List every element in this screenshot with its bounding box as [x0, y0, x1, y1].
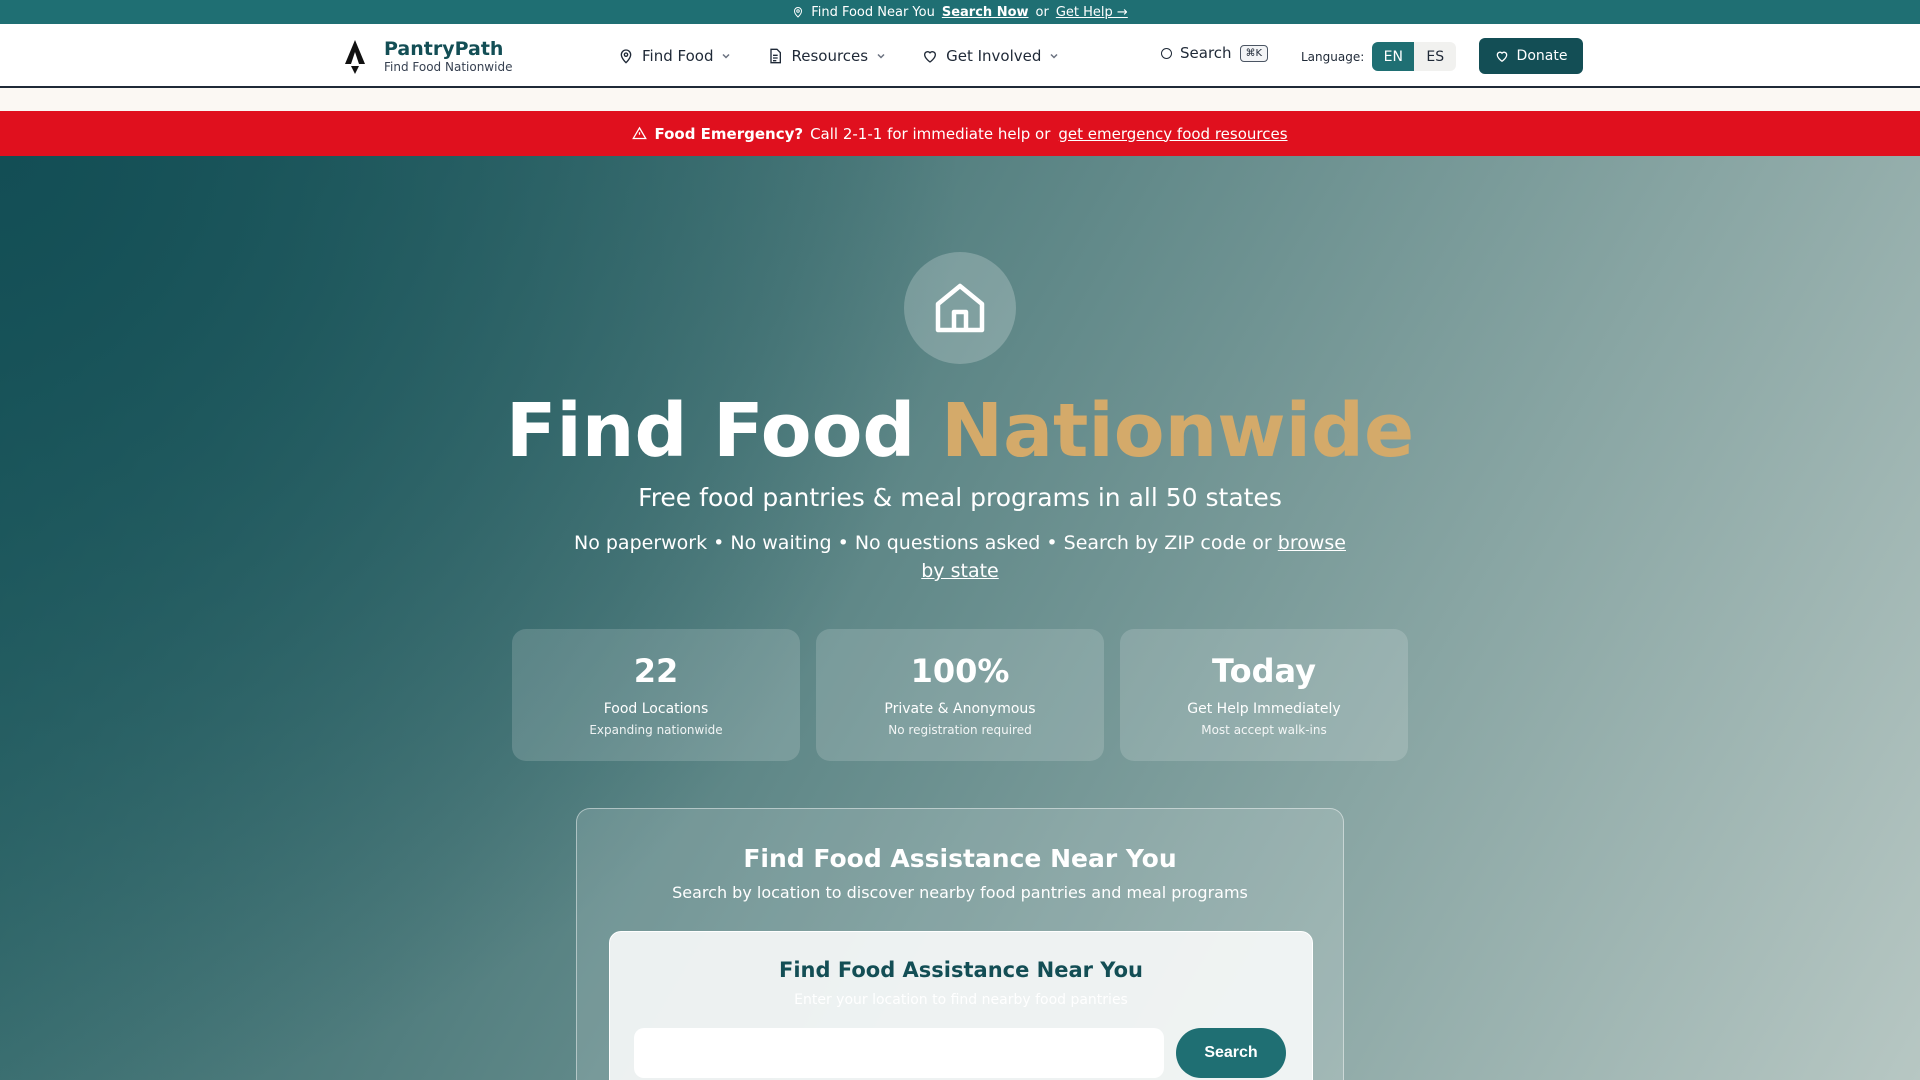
search-shortcut-badge: ⌘K: [1239, 44, 1269, 62]
location-input[interactable]: [634, 1028, 1164, 1078]
search-panel: Find Food Assistance Near You Search by …: [576, 808, 1344, 1080]
hero-section: Find Food Nationwide Free food pantries …: [0, 156, 1920, 1080]
hero-subtitle: Free food pantries & meal programs in al…: [638, 483, 1282, 512]
warning-triangle-icon: [632, 126, 648, 141]
brand-tagline: Find Food Nationwide: [384, 60, 513, 74]
announcement-bar: Find Food Near You Search Now or Get Hel…: [0, 0, 1920, 24]
hero-title: Find Food Nationwide: [0, 386, 1920, 476]
map-pin-icon: [618, 48, 634, 64]
announcement-text: Find Food Near You: [811, 4, 935, 20]
house-icon: [904, 252, 1016, 364]
language-options: EN ES: [1372, 42, 1457, 71]
stat-card: 100% Private & Anonymous No registration…: [816, 629, 1104, 761]
stats-row: 22 Food Locations Expanding nationwide 1…: [512, 629, 1408, 761]
rocket-logo-icon: [340, 38, 370, 74]
language-en-button[interactable]: EN: [1372, 42, 1415, 71]
stat-note: No registration required: [888, 723, 1032, 737]
hero-description-text: No paperwork • No waiting • No questions…: [573, 532, 1272, 554]
stat-value: 22: [633, 652, 679, 690]
search-panel-subtitle: Search by location to discover nearby fo…: [672, 883, 1248, 902]
search-card-subtitle: Enter your location to find nearby food …: [794, 992, 1128, 1008]
emergency-banner: Food Emergency? Call 2-1-1 for immediate…: [0, 111, 1920, 156]
hero-title-main: Find Food: [505, 388, 916, 474]
donate-label: Donate: [1516, 48, 1568, 64]
search-row: Search: [634, 1028, 1286, 1078]
brand-name: PantryPath: [384, 38, 504, 60]
heart-icon: [1495, 49, 1509, 63]
chevron-down-icon: [1049, 51, 1059, 61]
search-now-link[interactable]: Search Now: [942, 5, 1029, 20]
language-label: Language:: [1301, 49, 1365, 64]
search-card-title: Find Food Assistance Near You: [779, 958, 1143, 982]
nav-label: Resources: [791, 47, 869, 65]
header-spacer: [0, 88, 1920, 111]
get-help-link[interactable]: Get Help →: [1056, 5, 1128, 20]
stat-card: 22 Food Locations Expanding nationwide: [512, 629, 800, 761]
site-header: PantryPath Find Food Nationwide Find Foo…: [0, 24, 1920, 88]
stat-label: Private & Anonymous: [884, 701, 1036, 717]
stat-note: Expanding nationwide: [589, 723, 723, 737]
language-es-button[interactable]: ES: [1414, 42, 1456, 71]
emergency-text: Call 2-1-1 for immediate help or: [810, 124, 1051, 143]
map-pin-icon: [792, 6, 804, 18]
search-label: Search: [1180, 44, 1232, 62]
search-card: Find Food Assistance Near You Enter your…: [609, 931, 1313, 1080]
stat-label: Get Help Immediately: [1187, 701, 1341, 717]
emergency-heading: Food Emergency?: [654, 124, 804, 143]
chevron-down-icon: [721, 51, 731, 61]
language-switcher: Language: EN ES: [1301, 42, 1457, 71]
nav-resources[interactable]: Resources: [767, 47, 886, 65]
stat-value: Today: [1212, 652, 1316, 690]
stat-label: Food Locations: [603, 701, 709, 717]
stat-card: Today Get Help Immediately Most accept w…: [1120, 629, 1408, 761]
nav-label: Get Involved: [946, 47, 1042, 65]
donate-button[interactable]: Donate: [1479, 38, 1583, 74]
search-icon: [1161, 47, 1172, 59]
hero-description: No paperwork • No waiting • No questions…: [570, 529, 1350, 585]
heart-icon: [922, 48, 938, 64]
nav-find-food[interactable]: Find Food: [618, 47, 731, 65]
hero-title-accent: Nationwide: [941, 388, 1415, 474]
nav-label: Find Food: [642, 47, 714, 65]
stat-note: Most accept walk-ins: [1201, 723, 1327, 737]
search-panel-title: Find Food Assistance Near You: [743, 844, 1177, 873]
stat-value: 100%: [910, 652, 1010, 690]
header-search-button[interactable]: Search ⌘K: [1161, 44, 1269, 62]
emergency-resources-link[interactable]: get emergency food resources: [1058, 125, 1287, 143]
search-submit-button[interactable]: Search: [1176, 1028, 1286, 1078]
nav-get-involved[interactable]: Get Involved: [922, 47, 1059, 65]
chevron-down-icon: [876, 51, 886, 61]
document-icon: [767, 48, 783, 64]
brand-logo-link[interactable]: PantryPath Find Food Nationwide: [340, 38, 512, 74]
main-nav: Find Food Resources Get Involved: [618, 24, 1059, 88]
announcement-or: or: [1035, 4, 1049, 20]
